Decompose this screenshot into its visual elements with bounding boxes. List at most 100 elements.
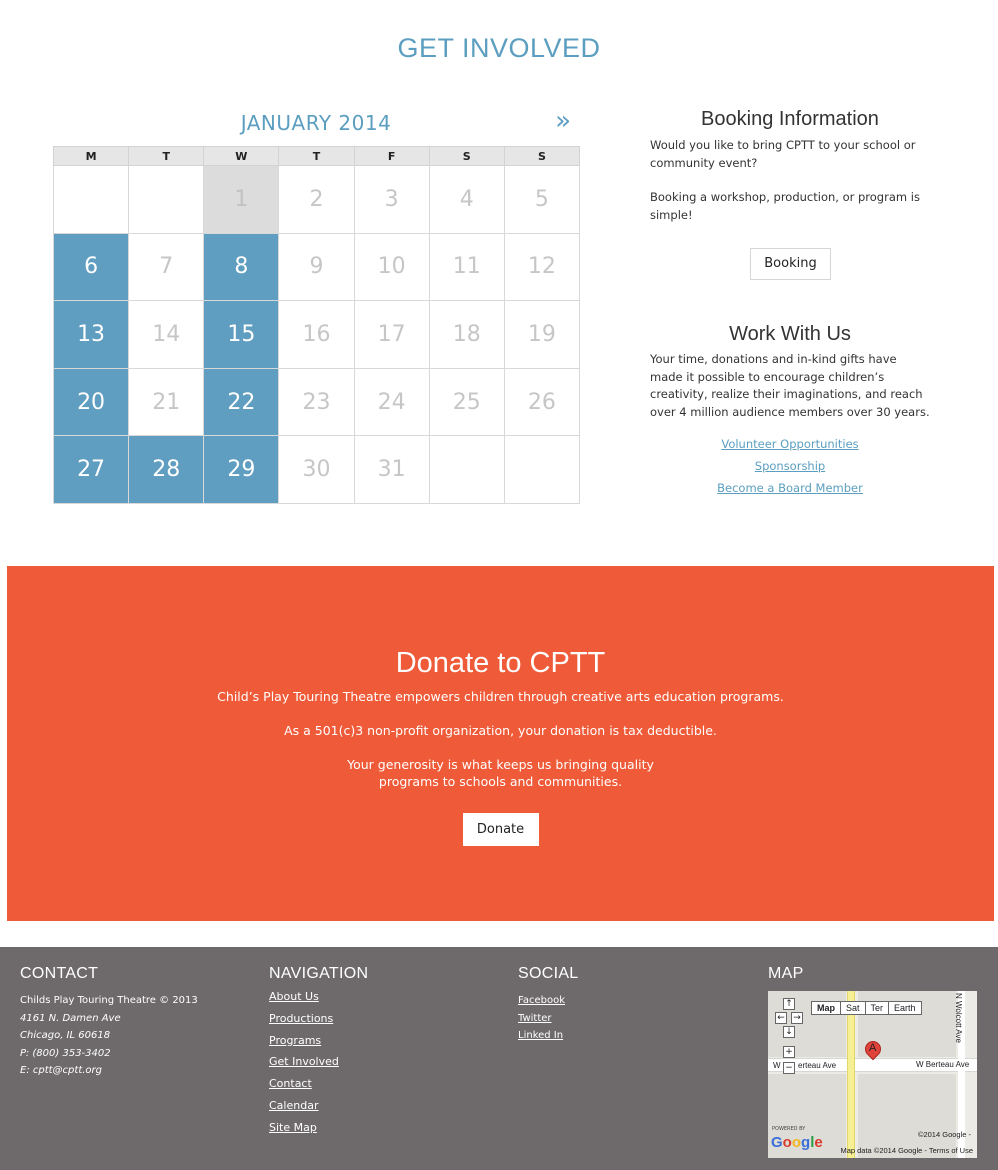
work-with-us-text: Your time, donations and in-kind gifts h… bbox=[650, 352, 930, 419]
calendar-day: 10 bbox=[353, 232, 430, 302]
calendar-day: 19 bbox=[503, 300, 581, 369]
calendar-empty-cell bbox=[52, 165, 130, 234]
calendar-day-event[interactable]: 28 bbox=[128, 435, 205, 504]
weekday-label: S bbox=[428, 146, 505, 166]
calendar-day-event[interactable]: 13 bbox=[52, 300, 130, 369]
calendar-day-event[interactable]: 6 bbox=[52, 232, 130, 302]
calendar-week-row: 12345 bbox=[52, 165, 581, 234]
page-title: GET INVOLVED bbox=[397, 33, 601, 63]
map-heading: MAP bbox=[768, 965, 804, 982]
calendar-day-event[interactable]: 27 bbox=[52, 435, 130, 504]
street-label: erteau Ave bbox=[798, 1061, 837, 1070]
map-attribution[interactable]: Map data ©2014 Google - Terms of Use bbox=[840, 1146, 973, 1155]
calendar-day: 4 bbox=[428, 165, 505, 234]
pan-right-icon[interactable]: → bbox=[791, 1012, 803, 1024]
donate-button[interactable]: Donate bbox=[462, 813, 539, 846]
calendar-day: 25 bbox=[428, 367, 505, 437]
next-month-button[interactable]: » bbox=[555, 106, 571, 136]
navigation-heading: NAVIGATION bbox=[269, 965, 369, 982]
weekday-label: F bbox=[353, 146, 430, 166]
booking-title: Booking Information bbox=[701, 108, 879, 130]
calendar-day: 2 bbox=[278, 165, 355, 234]
calendar-day: 24 bbox=[353, 367, 430, 437]
contact-email: E: cptt@cptt.org bbox=[20, 1065, 102, 1076]
calendar-week-row: 20 21 22 23 24 25 26 bbox=[52, 367, 581, 437]
calendar-header: JANUARY 2014 » bbox=[53, 106, 579, 142]
map-widget[interactable]: W erteau Ave W Berteau Ave N Wolcott Ave… bbox=[768, 991, 977, 1158]
booking-section: Booking Information Would you like to br… bbox=[650, 108, 930, 280]
calendar-day: 12 bbox=[503, 232, 581, 302]
calendar-day: 18 bbox=[428, 300, 505, 369]
contact-address-2: Chicago, IL 60618 bbox=[20, 1030, 111, 1041]
facebook-link[interactable]: Facebook bbox=[518, 992, 579, 1010]
donate-text-3b: programs to schools and communities. bbox=[378, 774, 623, 789]
calendar-day-event[interactable]: 22 bbox=[203, 367, 280, 437]
nav-site-map-link[interactable]: Site Map bbox=[269, 1117, 368, 1139]
calendar-day-event[interactable]: 29 bbox=[203, 435, 280, 504]
calendar-day: 17 bbox=[353, 300, 430, 369]
pan-up-icon[interactable]: ↑ bbox=[783, 998, 795, 1010]
donate-text-3a: Your generosity is what keeps us bringin… bbox=[347, 757, 654, 772]
sponsorship-link[interactable]: Sponsorship bbox=[650, 455, 930, 477]
calendar-day: 23 bbox=[278, 367, 355, 437]
volunteer-opportunities-link[interactable]: Volunteer Opportunities bbox=[650, 433, 930, 455]
calendar-grid: M T W T F S S 1 2 3 4 5 6 7 8 9 10 11 12 13 14 15 16 17 1… bbox=[52, 146, 581, 504]
contact-heading: CONTACT bbox=[20, 965, 99, 982]
map-street-yellow bbox=[847, 991, 855, 1158]
nav-contact-link[interactable]: Contact bbox=[269, 1073, 368, 1095]
calendar-day-event[interactable]: 15 bbox=[203, 300, 280, 369]
powered-by-label: POWERED BY bbox=[772, 1126, 806, 1132]
work-with-us-section: Work With Us Your time, donations and in… bbox=[650, 323, 930, 499]
map-type-selector: Map Sat Ter Earth bbox=[811, 1001, 922, 1015]
calendar-week-row: 6 7 8 9 10 11 12 bbox=[52, 232, 581, 302]
donate-section: Donate to CPTT Child’s Play Touring Thea… bbox=[7, 566, 994, 921]
street-label-right: W Berteau Ave bbox=[916, 1060, 970, 1069]
street-label-left: W bbox=[773, 1061, 781, 1070]
zoom-out-icon[interactable]: − bbox=[783, 1062, 795, 1074]
twitter-link[interactable]: Twitter bbox=[518, 1010, 579, 1028]
social-heading: SOCIAL bbox=[518, 965, 579, 982]
zoom-in-icon[interactable]: + bbox=[783, 1046, 795, 1058]
footer: CONTACT Childs Play Touring Theatre © 20… bbox=[0, 947, 998, 1170]
calendar-day: 21 bbox=[128, 367, 205, 437]
board-member-link[interactable]: Become a Board Member bbox=[650, 477, 930, 499]
nav-programs-link[interactable]: Programs bbox=[269, 1030, 368, 1052]
map-type-ter[interactable]: Ter bbox=[865, 1001, 890, 1015]
footer-social: SOCIAL Facebook Twitter Linked In bbox=[518, 965, 579, 1045]
calendar-week-row: 27 28 29 30 31 bbox=[52, 435, 581, 504]
pan-down-icon[interactable]: ↓ bbox=[783, 1026, 795, 1038]
nav-productions-link[interactable]: Productions bbox=[269, 1008, 368, 1030]
map-type-sat[interactable]: Sat bbox=[841, 1001, 866, 1015]
map-copyright: ©2014 Google - bbox=[917, 1130, 971, 1139]
nav-get-involved-link[interactable]: Get Involved bbox=[269, 1051, 368, 1073]
calendar-day-today: 1 bbox=[203, 165, 280, 234]
donate-title: Donate to CPTT bbox=[395, 647, 606, 679]
calendar-day: 31 bbox=[353, 435, 430, 504]
donate-text-1: Child’s Play Touring Theatre empowers ch… bbox=[217, 689, 784, 704]
booking-button[interactable]: Booking bbox=[750, 248, 831, 280]
calendar-empty-cell bbox=[128, 165, 205, 234]
calendar-day: 30 bbox=[278, 435, 355, 504]
footer-contact: CONTACT Childs Play Touring Theatre © 20… bbox=[20, 965, 198, 1080]
booking-text-2: Booking a workshop, production, or progr… bbox=[650, 190, 920, 222]
weekday-label: T bbox=[128, 146, 205, 166]
linkedin-link[interactable]: Linked In bbox=[518, 1027, 579, 1045]
calendar-day: 9 bbox=[278, 232, 355, 302]
map-type-map[interactable]: Map bbox=[811, 1001, 841, 1015]
nav-calendar-link[interactable]: Calendar bbox=[269, 1095, 368, 1117]
contact-org: Childs Play Touring Theatre © 2013 bbox=[20, 995, 198, 1006]
weekday-row: M T W T F S S bbox=[52, 146, 581, 166]
weekday-label: T bbox=[278, 146, 355, 166]
calendar-day: 11 bbox=[428, 232, 505, 302]
calendar-day-event[interactable]: 20 bbox=[52, 367, 130, 437]
calendar-day: 16 bbox=[278, 300, 355, 369]
donate-text-2: As a 501(c)3 non-profit organization, yo… bbox=[284, 723, 717, 738]
google-logo: Google bbox=[771, 1134, 823, 1151]
weekday-label: S bbox=[503, 146, 581, 166]
map-type-earth[interactable]: Earth bbox=[889, 1001, 922, 1015]
calendar-day-event[interactable]: 8 bbox=[203, 232, 280, 302]
calendar-empty-cell bbox=[428, 435, 505, 504]
nav-about-us-link[interactable]: About Us bbox=[269, 986, 368, 1008]
pan-left-icon[interactable]: ← bbox=[775, 1012, 787, 1024]
calendar-day: 14 bbox=[128, 300, 205, 369]
